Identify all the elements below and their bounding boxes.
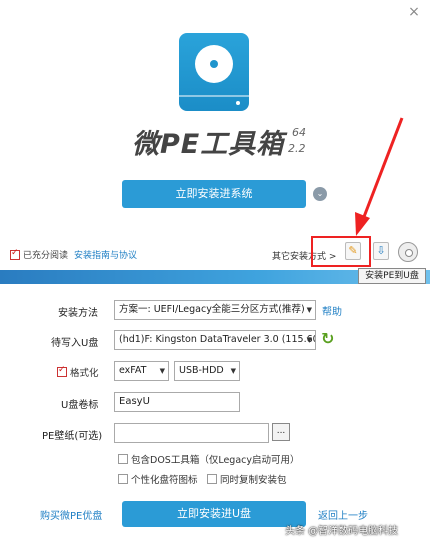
icon-option: 个性化盘符图标 <box>118 472 198 486</box>
dos-option: 包含DOS工具箱（仅Legacy启动可用） <box>118 452 300 466</box>
volume-input[interactable]: EasyU <box>114 392 240 412</box>
copy-option-label: 同时复制安装包 <box>220 475 287 486</box>
method-select[interactable]: 方案一: UEFI/Legacy全能三分区方式(推荐) <box>114 300 316 320</box>
boot-mode-select[interactable]: USB-HDD <box>174 361 240 381</box>
install-to-usb-button[interactable]: 立即安装进U盘 <box>122 501 306 527</box>
version-arch: 64 <box>292 126 306 139</box>
agreement-link[interactable]: 安装指南与协议 <box>74 248 137 261</box>
volume-label: U盘卷标 <box>61 400 99 411</box>
filesystem-select[interactable]: exFAT <box>114 361 169 381</box>
wallpaper-label: PE壁纸(可选) <box>42 431 103 442</box>
agree-checkbox[interactable] <box>10 248 20 260</box>
agree-text: 已充分阅读 <box>23 251 69 261</box>
dos-checkbox[interactable] <box>118 454 128 464</box>
refresh-icon[interactable]: ↻ <box>321 330 339 348</box>
iso-disc-icon[interactable] <box>398 242 418 262</box>
logo-divider <box>179 95 249 97</box>
buy-usb-link[interactable]: 购买微PE优盘 <box>40 507 102 522</box>
tooltip: 安装PE到U盘 <box>358 268 426 284</box>
highlight-box <box>311 236 371 267</box>
format-option: 格式化 <box>57 365 99 379</box>
top-panel: × 微PE工具箱 64 2.2 立即安装进系统 ⌄ 已充分阅读 安装指南与协议 … <box>0 0 430 270</box>
usb-drive-icon[interactable]: ⇩ <box>373 242 389 260</box>
watermark: 头条 @智洋数码电脑科技 <box>285 526 399 537</box>
format-label: 格式化 <box>70 368 99 379</box>
logo-led <box>236 101 240 105</box>
icon-option-label: 个性化盘符图标 <box>131 475 198 486</box>
agreement-row: 已充分阅读 安装指南与协议 <box>10 248 137 261</box>
install-to-system-button[interactable]: 立即安装进系统 <box>122 180 306 208</box>
copy-option: 同时复制安装包 <box>207 472 287 486</box>
browse-button[interactable]: ... <box>272 423 290 441</box>
format-checkbox[interactable] <box>57 365 67 377</box>
copy-checkbox[interactable] <box>207 474 217 484</box>
wallpaper-input[interactable] <box>114 423 269 443</box>
chevron-down-icon[interactable]: ⌄ <box>313 187 327 201</box>
usb-install-icon[interactable]: ✎ <box>345 242 361 260</box>
disc-hole <box>210 60 218 68</box>
disk-label: 待写入U盘 <box>51 338 99 349</box>
method-label: 安装方法 <box>58 308 98 319</box>
close-button[interactable]: × <box>406 4 422 20</box>
app-logo <box>179 33 249 111</box>
version-number: 2.2 <box>288 142 306 155</box>
icon-checkbox[interactable] <box>118 474 128 484</box>
app-title: 微PE工具箱 <box>132 129 285 160</box>
disk-select[interactable]: (hd1)F: Kingston DataTraveler 3.0 (115.6… <box>114 330 316 350</box>
help-link[interactable]: 帮助 <box>322 303 342 318</box>
back-link[interactable]: 返回上一步 <box>318 507 368 522</box>
dos-option-label: 包含DOS工具箱（仅Legacy启动可用） <box>131 455 300 466</box>
